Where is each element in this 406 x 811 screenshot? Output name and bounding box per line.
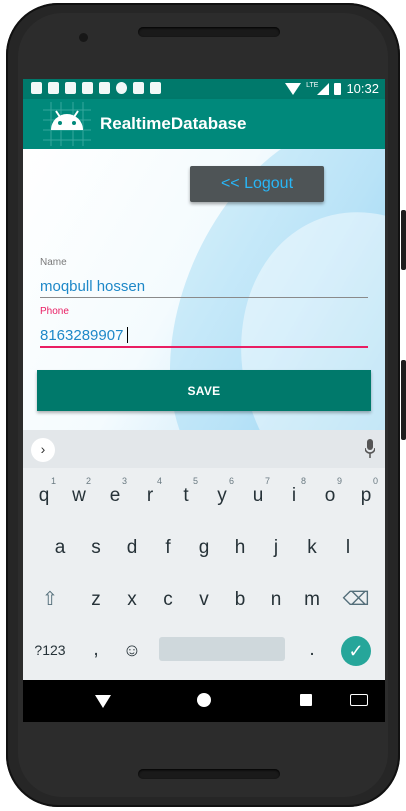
key-m[interactable]: m (297, 583, 327, 617)
back-icon[interactable] (95, 695, 111, 708)
key-g[interactable]: g (189, 531, 219, 565)
key-k[interactable]: k (297, 531, 327, 565)
symbols-key[interactable]: ?123 (29, 633, 71, 667)
key-t[interactable]: t5 (171, 476, 201, 513)
record-icon (116, 82, 127, 94)
signal-icon (317, 82, 330, 95)
bottom-speaker (138, 769, 280, 779)
key-r[interactable]: r4 (135, 476, 165, 513)
recent-apps-icon[interactable] (300, 694, 312, 706)
front-camera (79, 33, 88, 42)
keyboard-suggestion-bar: › (23, 430, 385, 468)
space-bar[interactable] (159, 637, 285, 661)
shift-icon[interactable]: ⇧ (35, 583, 65, 617)
status-bar: LTE 10:32 (23, 79, 385, 99)
key-z[interactable]: z (81, 583, 111, 617)
comma-key[interactable]: , (81, 633, 111, 667)
gmail-icon (48, 82, 59, 94)
key-d[interactable]: d (117, 531, 147, 565)
notification-icons (31, 82, 161, 94)
sync-icon (82, 82, 93, 94)
name-field[interactable] (40, 273, 368, 299)
key-q[interactable]: q1 (29, 476, 59, 513)
emoji-icon[interactable]: ☺ (117, 633, 147, 667)
home-icon[interactable] (197, 693, 211, 707)
sync-icon (65, 82, 76, 94)
key-y[interactable]: y6 (207, 476, 237, 513)
key-l[interactable]: l (333, 531, 363, 565)
text-cursor (127, 327, 128, 343)
volume-button (401, 360, 406, 440)
key-h[interactable]: h (225, 531, 255, 565)
backspace-icon[interactable]: ⌫ (341, 583, 371, 617)
navigation-bar (23, 680, 385, 722)
system-icons: LTE 10:32 (285, 81, 379, 96)
phone-label: Phone (40, 306, 69, 317)
key-j[interactable]: j (261, 531, 291, 565)
keyboard-switch-icon[interactable] (350, 694, 368, 706)
wifi-icon (285, 82, 302, 95)
soft-keyboard: › q1 w2 e3 r4 t5 y6 u7 i8 o9 p0 a s d f … (23, 430, 385, 680)
key-n[interactable]: n (261, 583, 291, 617)
shield-icon (31, 82, 42, 94)
key-a[interactable]: a (45, 531, 75, 565)
name-label: Name (40, 257, 67, 268)
key-o[interactable]: o9 (315, 476, 345, 513)
key-u[interactable]: u7 (243, 476, 273, 513)
phone-field[interactable] (40, 322, 368, 348)
battery-icon (334, 82, 342, 95)
period-key[interactable]: . (297, 633, 327, 667)
key-p[interactable]: p0 (351, 476, 381, 513)
top-speaker (138, 27, 280, 37)
app-bar: RealtimeDatabase (23, 99, 385, 149)
key-w[interactable]: w2 (64, 476, 94, 513)
android-icon (43, 102, 91, 146)
logout-button[interactable]: << Logout (190, 166, 324, 202)
name-underline (40, 297, 368, 298)
screen: LTE 10:32 RealtimeDatabase << Logout Nam… (23, 79, 385, 722)
photo-icon (99, 82, 110, 94)
key-c[interactable]: c (153, 583, 183, 617)
sd-card-icon (133, 82, 144, 94)
key-s[interactable]: s (81, 531, 111, 565)
microphone-icon[interactable] (365, 439, 375, 459)
key-e[interactable]: e3 (100, 476, 130, 513)
chevron-right-icon[interactable]: › (31, 438, 55, 462)
app-title: RealtimeDatabase (100, 114, 247, 133)
cast-icon (150, 82, 161, 94)
enter-check-icon[interactable]: ✓ (341, 636, 371, 666)
main-content: << Logout Name Phone SAVE (23, 149, 385, 430)
clock: 10:32 (346, 81, 379, 96)
phone-underline (40, 346, 368, 348)
key-i[interactable]: i8 (279, 476, 309, 513)
power-button (401, 210, 406, 270)
key-f[interactable]: f (153, 531, 183, 565)
key-v[interactable]: v (189, 583, 219, 617)
save-button[interactable]: SAVE (37, 370, 371, 411)
key-b[interactable]: b (225, 583, 255, 617)
key-x[interactable]: x (117, 583, 147, 617)
